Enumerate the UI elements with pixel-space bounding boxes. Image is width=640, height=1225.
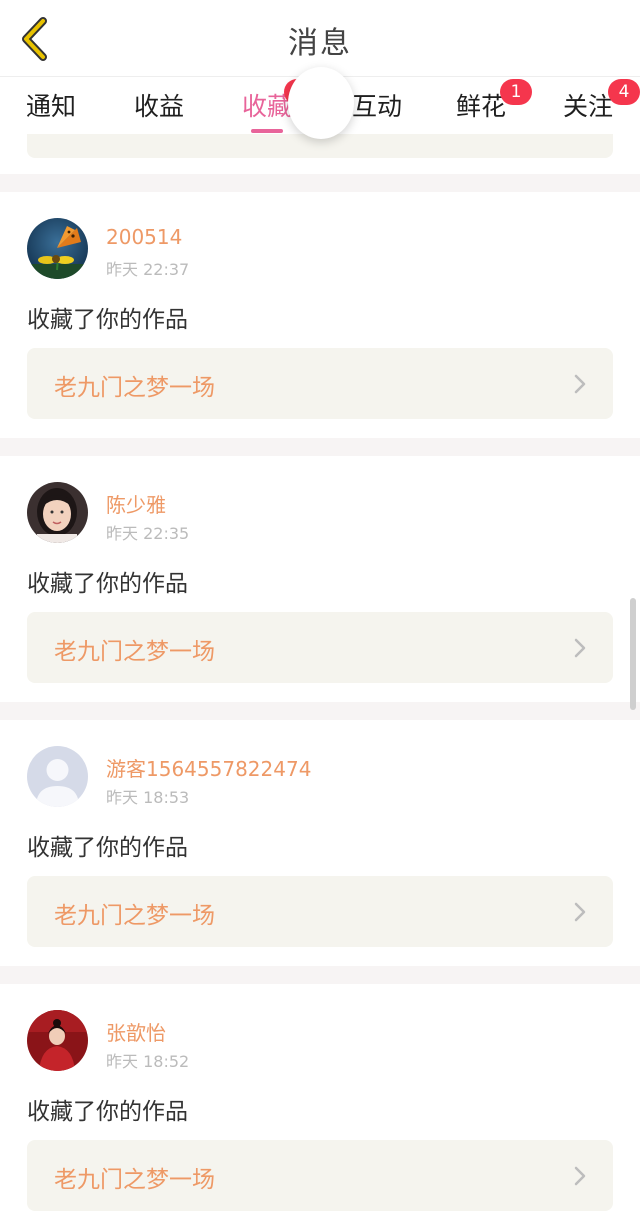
- tab-earnings[interactable]: 收益: [134, 87, 184, 135]
- work-title: 老九门之梦一场: [54, 375, 215, 401]
- message-card: 陈少雅 昨天 22:35 收藏了你的作品 老九门之梦一场: [0, 456, 640, 702]
- work-title: 老九门之梦一场: [54, 639, 215, 665]
- work-title: 老九门之梦一场: [54, 903, 215, 929]
- tab-label: 关注: [563, 92, 614, 121]
- tab-label: 互动: [352, 92, 403, 121]
- avatar[interactable]: [27, 218, 88, 279]
- tab-label: 收益: [134, 92, 185, 121]
- butterfly-flower-avatar-icon: [27, 218, 88, 279]
- tab-flowers[interactable]: 鲜花 1: [456, 79, 532, 135]
- touch-indicator: [288, 67, 354, 139]
- work-link[interactable]: 老九门之梦一场: [27, 612, 613, 683]
- timestamp: 昨天 18:53: [106, 788, 190, 807]
- work-link[interactable]: 老九门之梦一场: [27, 876, 613, 947]
- action-text: 收藏了你的作品: [27, 307, 188, 333]
- chevron-right-icon: [574, 374, 586, 394]
- tab-favorites[interactable]: 收藏: [242, 79, 312, 135]
- tab-badge: 1: [500, 79, 532, 105]
- tab-label: 鲜花: [456, 92, 507, 121]
- tab-notice[interactable]: 通知: [26, 87, 76, 135]
- default-user-avatar-icon: [27, 746, 88, 807]
- person-red-avatar-icon: [27, 1010, 88, 1071]
- chevron-right-icon: [574, 638, 586, 658]
- username[interactable]: 游客1564557822474: [106, 753, 311, 782]
- active-tab-indicator: [251, 129, 283, 133]
- action-text: 收藏了你的作品: [27, 835, 188, 861]
- tab-follows[interactable]: 关注 4: [563, 79, 640, 135]
- message-card: 张歆怡 昨天 18:52 收藏了你的作品 老九门之梦一场: [0, 984, 640, 1225]
- avatar[interactable]: [27, 746, 88, 807]
- chevron-right-icon: [574, 1166, 586, 1186]
- message-card-partial: [0, 134, 640, 174]
- avatar[interactable]: [27, 482, 88, 543]
- timestamp: 昨天 18:52: [106, 1052, 190, 1071]
- timestamp: 昨天 22:35: [106, 524, 190, 543]
- tab-badge: 4: [608, 79, 640, 105]
- action-text: 收藏了你的作品: [27, 571, 188, 597]
- message-card: 游客1564557822474 昨天 18:53 收藏了你的作品 老九门之梦一场: [0, 720, 640, 966]
- timestamp: 昨天 22:37: [106, 260, 190, 279]
- avatar[interactable]: [27, 1010, 88, 1071]
- message-card: 200514 昨天 22:37 收藏了你的作品 老九门之梦一场: [0, 192, 640, 438]
- page-title: 消息: [288, 26, 352, 61]
- work-link[interactable]: 老九门之梦一场: [27, 348, 613, 419]
- username[interactable]: 张歆怡: [106, 1017, 166, 1046]
- username[interactable]: 200514: [106, 225, 182, 249]
- tab-label: 通知: [26, 92, 77, 121]
- scrollbar[interactable]: [630, 598, 636, 710]
- work-link[interactable]: 老九门之梦一场: [27, 1140, 613, 1211]
- tab-interactions[interactable]: 互动: [352, 87, 402, 135]
- messages-screen: 消息 通知 收益 收藏 互动 鲜花 1 关注 4 200514 昨天 22:37…: [0, 0, 640, 1225]
- chevron-right-icon: [574, 902, 586, 922]
- username[interactable]: 陈少雅: [106, 489, 166, 518]
- work-title: 老九门之梦一场: [54, 1167, 215, 1193]
- person-photo-avatar-icon: [27, 482, 88, 543]
- action-text: 收藏了你的作品: [27, 1099, 188, 1125]
- header-bar: 消息: [0, 0, 640, 76]
